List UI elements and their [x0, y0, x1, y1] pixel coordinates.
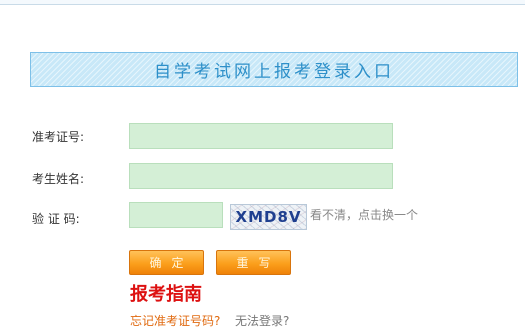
- confirm-button[interactable]: 确定: [129, 250, 204, 275]
- reset-button[interactable]: 重写: [216, 250, 291, 275]
- captcha-code: XMD8V: [235, 208, 302, 226]
- refresh-captcha-link[interactable]: 看不清，点击换一个: [310, 206, 418, 223]
- top-divider: [0, 0, 525, 5]
- exam-number-label: 准考证号:: [32, 130, 85, 144]
- page-title: 自学考试网上报考登录入口: [154, 62, 394, 82]
- cannot-login-link[interactable]: 无法登录?: [235, 312, 289, 329]
- forgot-exam-number-link[interactable]: 忘记准考证号码?: [130, 312, 220, 329]
- exam-guide-link[interactable]: 报考指南: [130, 280, 202, 306]
- captcha-image[interactable]: XMD8V: [230, 204, 307, 230]
- student-name-input[interactable]: [129, 163, 393, 189]
- captcha-input[interactable]: [129, 202, 223, 228]
- student-name-label: 考生姓名:: [32, 172, 85, 186]
- captcha-label: 验 证 码:: [32, 212, 80, 226]
- login-banner: 自学考试网上报考登录入口: [30, 52, 518, 87]
- exam-number-input[interactable]: [129, 123, 393, 149]
